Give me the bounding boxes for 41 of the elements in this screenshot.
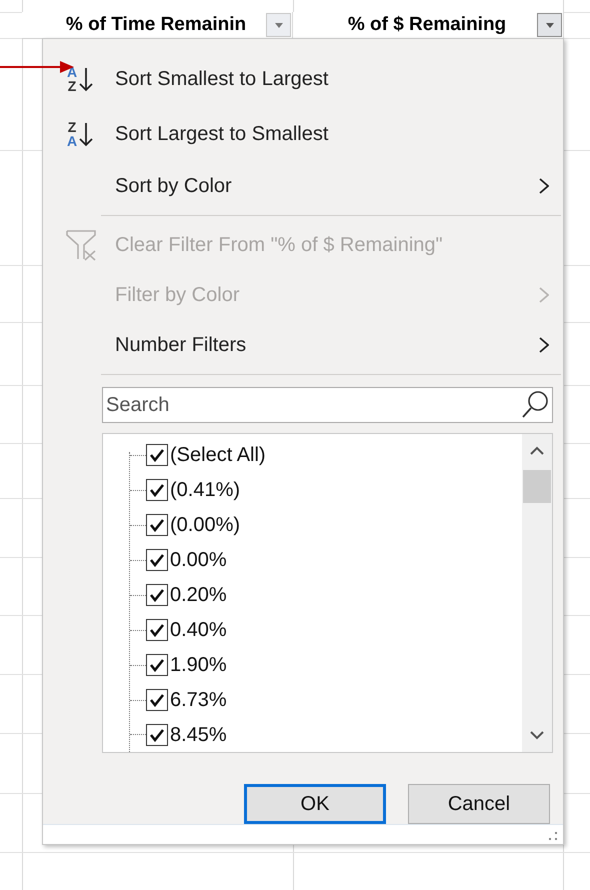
menu-item[interactable]: Sort by Color — [43, 161, 563, 211]
caret-icon — [274, 22, 282, 28]
checkbox[interactable] — [146, 444, 168, 466]
chevron-right-icon — [539, 178, 549, 194]
resize-grip-icon[interactable] — [548, 831, 558, 841]
checkbox[interactable] — [146, 584, 168, 606]
clear-filter-icon — [65, 229, 99, 261]
checkbox[interactable] — [146, 479, 168, 502]
menu-item[interactable]: A Z Sort Smallest to Largest — [43, 51, 563, 106]
scroll-up-icon — [530, 446, 544, 456]
scroll-down-icon — [530, 730, 544, 740]
checkbox[interactable] — [146, 689, 168, 712]
chevron-right-icon — [539, 287, 549, 303]
value-label: (0.00%) — [170, 513, 240, 538]
value-label: 0.40% — [170, 618, 227, 644]
chevron-right-icon — [539, 337, 549, 353]
checkbox[interactable] — [146, 724, 168, 746]
checkbox[interactable] — [146, 654, 168, 676]
search-icon — [520, 390, 550, 420]
dialog-button[interactable]: OK — [244, 784, 386, 824]
value-label: 1.90% — [170, 653, 227, 678]
filter-dropdown-button[interactable] — [537, 13, 562, 37]
checkbox[interactable] — [146, 619, 168, 642]
search-field[interactable]: Search — [102, 387, 553, 423]
value-label: 0.20% — [170, 583, 227, 608]
scrollbar-thumb[interactable] — [523, 470, 551, 503]
value-label: (0.41%) — [170, 478, 240, 504]
checkbox[interactable] — [146, 514, 168, 536]
value-label: 6.73% — [170, 688, 227, 714]
filter-dropdown-button[interactable] — [266, 13, 291, 37]
checkbox[interactable] — [146, 549, 168, 572]
scrollbar[interactable] — [522, 434, 552, 752]
caret-icon — [546, 22, 554, 28]
value-label: (Select All) — [170, 443, 266, 468]
value-label: 0.00% — [170, 548, 227, 574]
menu-item[interactable]: Z A Sort Largest to Smallest — [43, 106, 563, 161]
menu-item[interactable]: Number Filters — [43, 320, 563, 370]
column-header: % of $ Remaining — [346, 13, 508, 37]
value-label: 8.45% — [170, 722, 227, 748]
column-header: % of Time Remainin — [64, 13, 248, 37]
dialog-button[interactable]: Cancel — [408, 784, 550, 824]
